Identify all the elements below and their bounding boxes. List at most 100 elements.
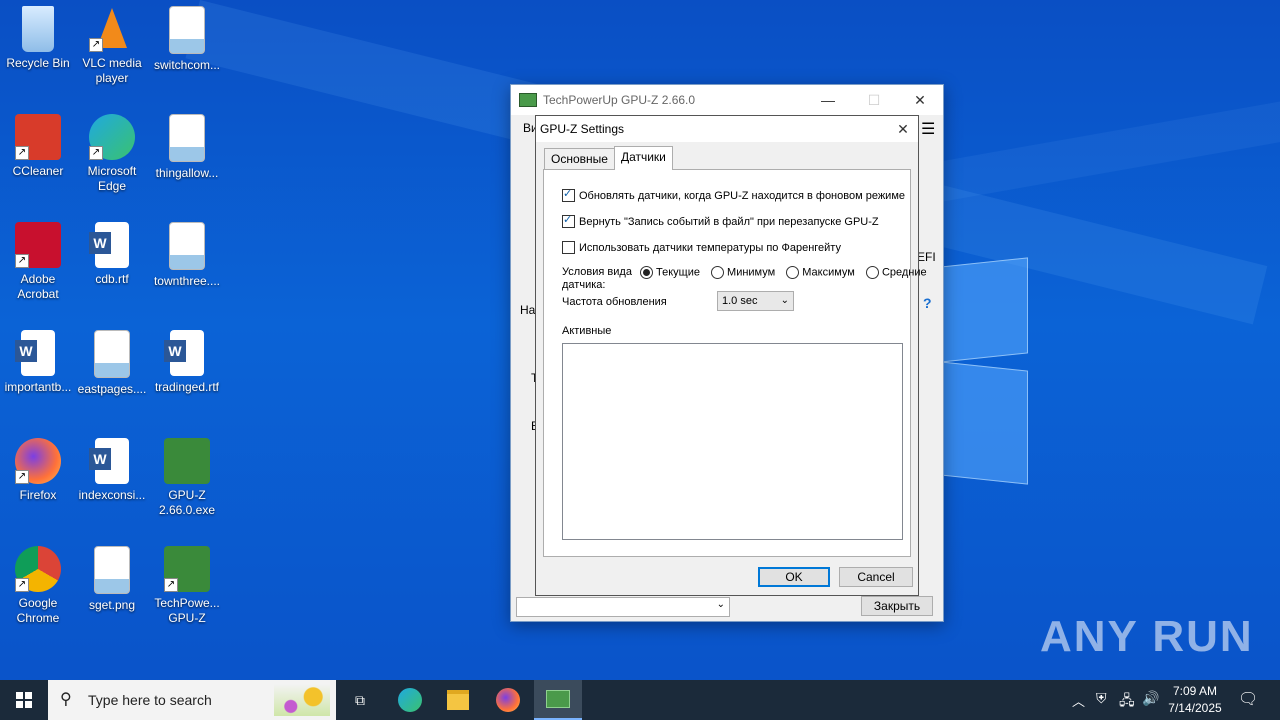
tray-security-icon[interactable]: ⛨: [1096, 690, 1107, 707]
desktop-icon-label: TechPowe... GPU-Z: [154, 596, 220, 625]
clock[interactable]: 7:09 AM 7/14/2025: [1166, 683, 1224, 717]
desktop-icon[interactable]: eastpages....: [74, 324, 150, 397]
desktop: Recycle Bin ↗ VLC media player switchcom...…: [0, 0, 1280, 680]
checkbox-background-update[interactable]: [562, 187, 575, 202]
desktop-icon[interactable]: Wcdb.rtf: [74, 216, 150, 287]
maximize-button[interactable]: ☐: [851, 85, 897, 115]
desktop-icon[interactable]: ↗ TechPowe... GPU-Z: [149, 540, 225, 626]
desktop-icon[interactable]: townthree....: [149, 216, 225, 289]
refresh-rate-select[interactable]: 1.0 sec ⌄: [717, 291, 794, 311]
edge-taskbar-icon[interactable]: [386, 680, 434, 720]
radio-avg[interactable]: [865, 266, 879, 279]
gpuz-taskbar-icon[interactable]: [534, 680, 582, 720]
desktop-icon-label: VLC media player: [82, 56, 142, 85]
tray-chevron-icon[interactable]: ︿: [1072, 691, 1085, 710]
checkbox-fahrenheit[interactable]: [562, 241, 575, 254]
desktop-icon[interactable]: ↗ Firefox: [0, 432, 76, 503]
refresh-rate-label: Частота обновления: [562, 296, 667, 308]
dialog-close-icon[interactable]: ✕: [888, 116, 918, 142]
word-file-icon: W: [89, 438, 129, 484]
ccleaner-icon: ↗: [15, 114, 61, 160]
radio-current[interactable]: [640, 266, 653, 279]
clock-date: 7/14/2025: [1168, 701, 1222, 715]
close-button[interactable]: Закрыть: [861, 596, 933, 616]
word-file-icon: W: [164, 330, 204, 376]
desktop-icon-label: Google Chrome: [16, 596, 60, 625]
desktop-icon[interactable]: ↗ VLC media player: [74, 0, 150, 86]
minimize-button[interactable]: —: [805, 85, 851, 115]
desktop-icon-label: GPU-Z 2.66.0.exe: [158, 488, 216, 517]
active-sensors-list[interactable]: [562, 343, 903, 540]
search-icon: ⚲: [60, 691, 72, 708]
desktop-icon-label: eastpages....: [77, 382, 147, 396]
tab-general[interactable]: Основные: [544, 148, 615, 170]
desktop-icon[interactable]: switchcom...: [149, 0, 225, 73]
vlc-icon: ↗: [89, 6, 135, 52]
radio-min[interactable]: [711, 266, 725, 279]
image-file-icon: [94, 546, 130, 594]
chevron-down-icon: ⌄: [716, 599, 725, 610]
close-window-button[interactable]: ✕: [897, 85, 943, 115]
search-box[interactable]: ⚲ Type here to search: [48, 680, 336, 720]
gpuz-icon: [164, 438, 210, 484]
checkbox-restore-logging[interactable]: [562, 213, 575, 228]
network-icon[interactable]: 🖧: [1119, 690, 1135, 714]
chrome-icon: ↗: [15, 546, 61, 592]
cancel-button[interactable]: Cancel: [839, 567, 913, 587]
watermark: ANY RUN: [1040, 612, 1254, 661]
windows-logo-wallpaper: [940, 240, 1030, 485]
notification-icon[interactable]: 🗨: [1238, 689, 1258, 709]
file-explorer-icon[interactable]: [434, 680, 482, 720]
radio-max[interactable]: [786, 266, 800, 279]
desktop-icon[interactable]: ↗ CCleaner: [0, 108, 76, 179]
view-mode-radios: Текущие Минимум Максимум Средние: [632, 266, 927, 279]
settings-dialog: GPU-Z Settings ✕ Основные Датчики Обновл…: [535, 115, 927, 596]
gpuz-label-partial-1: На: [520, 303, 536, 317]
desktop-icon-label: Microsoft Edge: [87, 164, 137, 193]
shortcut-arrow-icon: ↗: [15, 578, 29, 592]
desktop-icon[interactable]: thingallow...: [149, 108, 225, 181]
volume-icon[interactable]: 🔊: [1142, 690, 1159, 707]
search-highlight-flowers-icon: [274, 684, 330, 716]
view-mode-label: Условия вида датчика:: [562, 266, 632, 291]
help-icon[interactable]: ?: [923, 295, 932, 311]
gpu-select-dropdown[interactable]: ⌄: [516, 597, 730, 617]
desktop-icon-label: Recycle Bin: [6, 56, 70, 70]
taskbar: ⚲ Type here to search ⧉ ︿ ⛨ 🖧 🔊 7:09 AM …: [0, 680, 1280, 720]
radio-label-avg: Средние: [881, 266, 927, 279]
option-fahrenheit[interactable]: Использовать датчики температуры по Фаре…: [562, 241, 841, 254]
start-button[interactable]: [0, 680, 48, 720]
image-file-icon: [169, 114, 205, 162]
desktop-icon[interactable]: Windexconsi...: [74, 432, 150, 503]
ok-button[interactable]: OK: [758, 567, 830, 587]
firefox-taskbar-icon[interactable]: [484, 680, 532, 720]
desktop-icon[interactable]: Wimportantb...: [0, 324, 76, 395]
desktop-icon[interactable]: Wtradinged.rtf: [149, 324, 225, 395]
clock-time: 7:09 AM: [1172, 684, 1218, 698]
gpuz-titlebar: TechPowerUp GPU-Z 2.66.0 — ☐ ✕: [511, 85, 943, 115]
gpuz-window-title: TechPowerUp GPU-Z 2.66.0: [543, 93, 696, 107]
desktop-icon-label: switchcom...: [153, 58, 220, 72]
desktop-icon[interactable]: ↗ Microsoft Edge: [74, 108, 150, 194]
desktop-icon[interactable]: ↗ Adobe Acrobat: [0, 216, 76, 302]
option-restore-logging[interactable]: Вернуть "Запись событий в файл" при пере…: [562, 213, 879, 228]
desktop-icon-label: thingallow...: [155, 166, 219, 180]
task-view-icon[interactable]: ⧉: [336, 680, 384, 720]
shortcut-arrow-icon: ↗: [15, 146, 29, 160]
refresh-rate-value: 1.0 sec: [722, 295, 758, 307]
recycle-bin-icon: [22, 6, 54, 52]
tab-sensors[interactable]: Датчики: [613, 146, 673, 170]
desktop-icon[interactable]: GPU-Z 2.66.0.exe: [149, 432, 225, 518]
desktop-icon[interactable]: ↗ Google Chrome: [0, 540, 76, 626]
shortcut-arrow-icon: ↗: [164, 578, 178, 592]
desktop-icon-label: sget.png: [88, 598, 136, 612]
menu-icon[interactable]: ☰: [921, 119, 935, 139]
gpuz-icon: ↗: [164, 546, 210, 592]
desktop-icon-label: indexconsi...: [78, 488, 146, 502]
word-file-icon: W: [15, 330, 55, 376]
gpuz-app-icon: [519, 93, 537, 107]
option-background-update[interactable]: Обновлять датчики, когда GPU-Z находится…: [562, 187, 905, 202]
desktop-icon[interactable]: sget.png: [74, 540, 150, 613]
desktop-icon[interactable]: Recycle Bin: [0, 0, 76, 71]
active-sensors-label: Активные: [562, 325, 612, 337]
